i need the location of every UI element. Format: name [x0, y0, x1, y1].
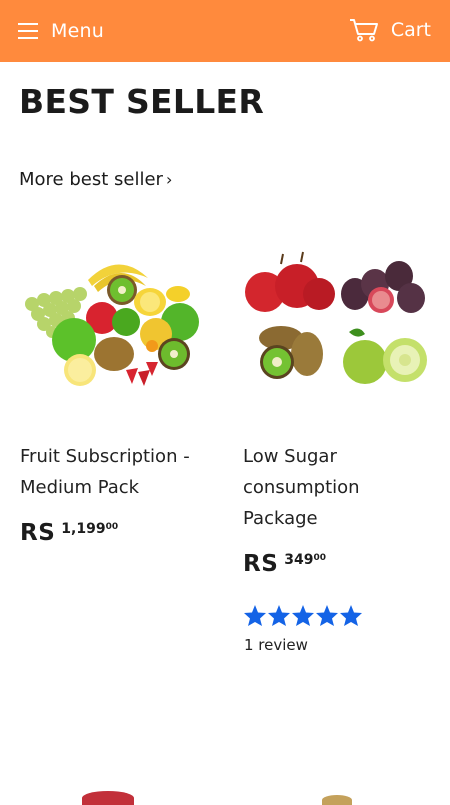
- star-icon: [340, 605, 362, 626]
- price-currency: RS: [20, 520, 56, 546]
- cart-button[interactable]: Cart: [349, 16, 431, 44]
- star-icon: [244, 605, 266, 626]
- product-card: Low Sugar consumption Package RS 349 00 …: [241, 250, 437, 654]
- next-product-image-peek[interactable]: [322, 795, 352, 805]
- price-amount: 349: [284, 552, 314, 568]
- menu-button[interactable]: Menu: [18, 18, 104, 44]
- product-title[interactable]: Low Sugar consumption Package: [241, 441, 433, 534]
- product-card: Fruit Subscription - Medium Pack RS 1,19…: [18, 250, 214, 548]
- product-image-low-sugar-fruits[interactable]: [241, 250, 431, 400]
- cart-icon: [349, 19, 378, 42]
- more-best-seller-link[interactable]: More best seller ›: [19, 169, 172, 190]
- star-icon: [316, 605, 338, 626]
- star-icon: [292, 605, 314, 626]
- cart-label: Cart: [390, 19, 431, 41]
- price-currency: RS: [243, 551, 279, 577]
- rating-stars[interactable]: [241, 604, 437, 627]
- product-price: RS 349 00: [241, 549, 437, 579]
- next-product-image-peek[interactable]: [82, 791, 134, 805]
- product-price: RS 1,199 00: [18, 518, 214, 548]
- price-amount: 1,199: [61, 521, 106, 537]
- top-bar: Menu Cart: [0, 0, 450, 62]
- price-cents: 00: [313, 553, 327, 563]
- price-cents: 00: [105, 522, 119, 532]
- review-count[interactable]: 1 review: [241, 636, 437, 654]
- star-icon: [268, 605, 290, 626]
- product-title[interactable]: Fruit Subscription - Medium Pack: [18, 441, 210, 503]
- hamburger-icon: [18, 23, 38, 39]
- more-link-label: More best seller: [19, 169, 163, 190]
- product-image-mixed-fruit[interactable]: [18, 250, 208, 400]
- chevron-right-icon: ›: [165, 170, 173, 189]
- section-title: BEST SELLER: [19, 82, 265, 121]
- menu-label: Menu: [51, 20, 104, 42]
